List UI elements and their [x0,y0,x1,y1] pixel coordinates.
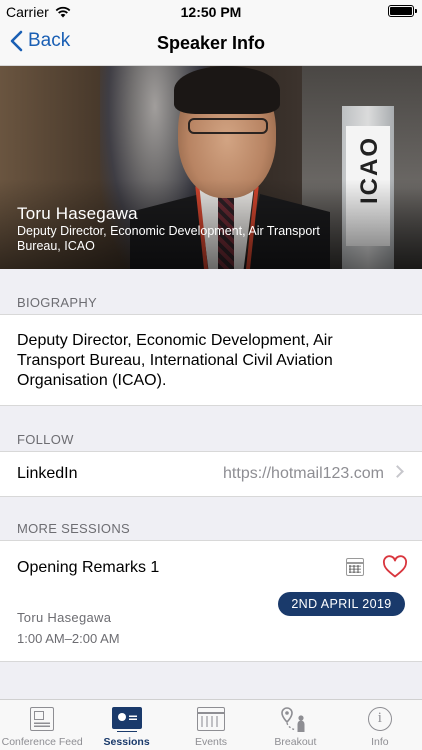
tab-label: Conference Feed [1,736,83,748]
linkedin-url: https://hotmail123.com [223,465,384,482]
tab-label: Breakout [274,736,317,748]
tab-label: Info [371,736,389,748]
presentation-icon [111,707,142,729]
chevron-right-icon [391,465,404,478]
add-to-calendar-icon[interactable] [346,558,364,576]
more-sessions-header: MORE SESSIONS [17,521,130,536]
battery-icon [388,5,417,17]
newspaper-icon [30,707,55,731]
status-time: 12:50 PM [180,4,242,20]
session-card[interactable]: Opening Remarks 1 2ND APRIL 2019 Toru Ha… [0,540,422,662]
tab-label: Events [194,736,228,748]
speaker-photo: ICAO Toru Hasegawa Deputy Director, Econ… [0,66,422,269]
speaker-name: Toru Hasegawa [17,204,138,223]
biography-header: BIOGRAPHY [17,295,97,310]
navigation-bar: Back Speaker Info [0,22,422,66]
session-time: 1:00 AM–2:00 AM [17,631,120,646]
tab-sessions[interactable]: Sessions [84,700,168,750]
biography-card: Deputy Director, Economic Development, A… [0,314,422,406]
follow-header: FOLLOW [17,432,74,447]
tab-conference-feed[interactable]: Conference Feed [0,700,84,750]
location-person-icon [281,707,305,732]
session-title: Opening Remarks 1 [17,559,160,576]
biography-text: Deputy Director, Economic Development, A… [17,332,333,389]
tab-breakout[interactable]: Breakout [253,700,337,750]
tab-label: Sessions [103,736,150,748]
calendar-icon [197,707,226,731]
linkedin-row[interactable]: LinkedIn https://hotmail123.com [0,451,422,497]
info-icon: i [367,707,392,731]
tab-events[interactable]: Events [169,700,253,750]
heart-icon[interactable] [382,555,408,579]
speaker-role: Deputy Director, Economic Development, A… [17,224,320,253]
page-title: Speaker Info [156,33,266,53]
tab-info[interactable]: i Info [338,700,422,750]
linkedin-label: LinkedIn [17,465,78,482]
session-date-badge: 2ND APRIL 2019 [278,592,405,616]
session-speaker: Toru Hasegawa [17,610,112,625]
tab-bar: Conference Feed Sessions Events Breakout… [0,699,422,750]
status-bar: Carrier 12:50 PM [0,0,422,22]
